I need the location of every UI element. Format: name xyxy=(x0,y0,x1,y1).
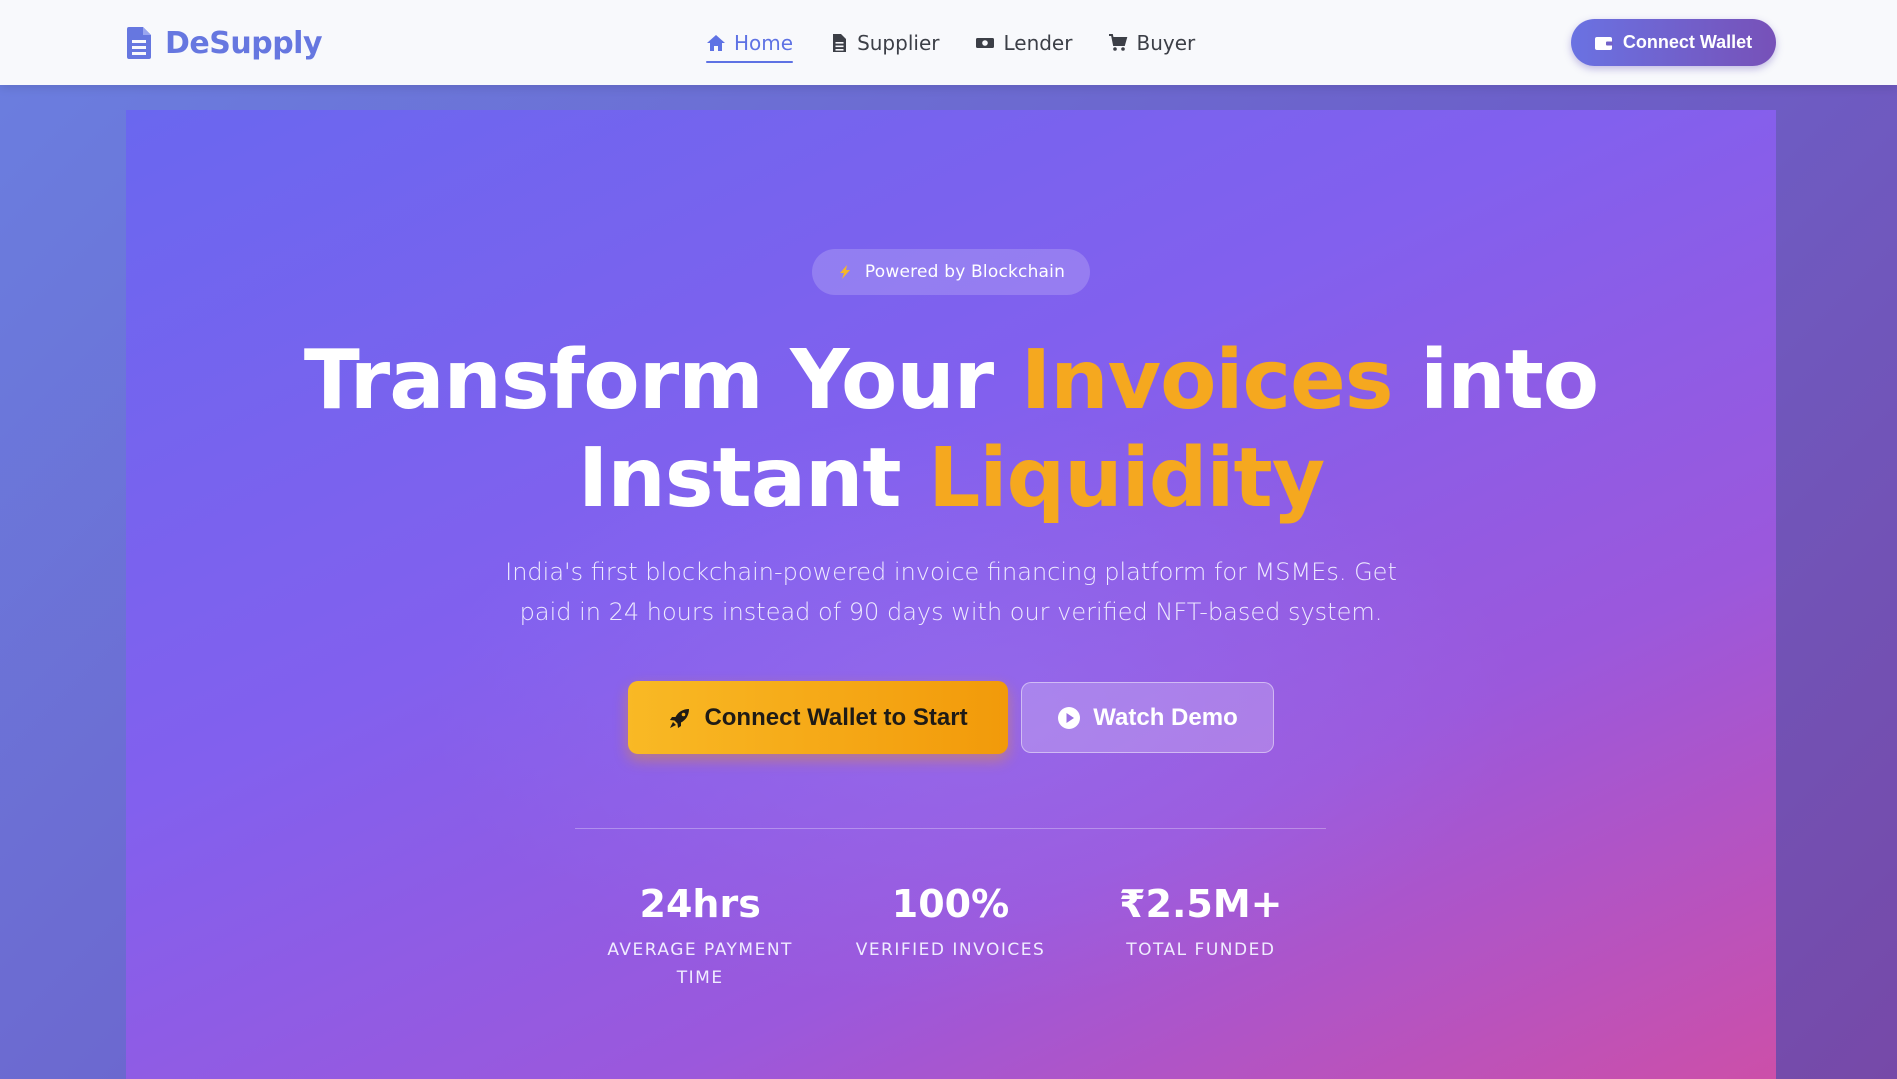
connect-wallet-start-button[interactable]: Connect Wallet to Start xyxy=(628,681,1008,754)
headline-highlight: Invoices xyxy=(1020,333,1394,428)
nav-label-buyer: Buyer xyxy=(1136,31,1196,55)
nav-item-lender[interactable]: Lender xyxy=(975,26,1072,60)
watch-demo-label: Watch Demo xyxy=(1093,703,1238,731)
headline-text: Instant xyxy=(577,431,929,526)
document-icon xyxy=(833,34,847,52)
nav-label-supplier: Supplier xyxy=(857,31,940,55)
headline-text: Transform Your xyxy=(303,333,1021,428)
stat-value: ₹2.5M+ xyxy=(1119,882,1283,926)
stats-row: 24hrs Average Payment Time 100% Verified… xyxy=(575,880,1326,992)
nav-item-buyer[interactable]: Buyer xyxy=(1108,26,1195,60)
top-navbar: DeSupply Home Supplier Lender Buyer Conn… xyxy=(0,0,1897,85)
document-icon xyxy=(127,27,151,59)
stat-average-payment-time: 24hrs Average Payment Time xyxy=(575,880,825,992)
stat-label: Verified Invoices xyxy=(855,940,1046,960)
connect-wallet-start-label: Connect Wallet to Start xyxy=(704,703,968,731)
watch-demo-button[interactable]: Watch Demo xyxy=(1021,682,1274,753)
stat-label: Average Payment Time xyxy=(607,940,793,988)
nav-item-home[interactable]: Home xyxy=(706,26,794,63)
nav-label-home: Home xyxy=(734,31,794,55)
headline-highlight: Liquidity xyxy=(928,431,1325,526)
connect-wallet-button[interactable]: Connect Wallet xyxy=(1571,19,1776,66)
rocket-icon xyxy=(670,708,690,728)
home-icon xyxy=(707,35,725,51)
play-circle-icon xyxy=(1058,706,1081,729)
hero-headline: Transform Your Invoices into Instant Liq… xyxy=(126,332,1776,528)
cart-icon xyxy=(1109,34,1128,51)
hero-section: Powered by Blockchain Transform Your Inv… xyxy=(126,110,1776,1079)
badge-label: Powered by Blockchain xyxy=(864,262,1066,282)
wallet-icon xyxy=(1594,36,1613,50)
headline-line-2: Instant Liquidity xyxy=(126,430,1776,528)
money-icon xyxy=(976,38,995,48)
brand-logo[interactable]: DeSupply xyxy=(127,23,323,63)
lightning-icon xyxy=(839,265,850,279)
stat-value: 100% xyxy=(891,882,1010,926)
headline-text: into xyxy=(1392,333,1599,428)
hero-cta-row: Connect Wallet to Start Watch Demo xyxy=(126,681,1776,754)
connect-wallet-label: Connect Wallet xyxy=(1622,32,1753,52)
brand-name: DeSupply xyxy=(165,25,323,61)
powered-by-badge: Powered by Blockchain xyxy=(812,249,1090,295)
stat-label: Total Funded xyxy=(1126,940,1276,960)
hero-divider xyxy=(575,828,1326,829)
stat-verified-invoices: 100% Verified Invoices xyxy=(825,880,1075,992)
stat-total-funded: ₹2.5M+ Total Funded xyxy=(1076,880,1326,992)
stat-value: 24hrs xyxy=(639,882,761,926)
main-nav: Home Supplier Lender Buyer xyxy=(706,26,1231,63)
headline-line-1: Transform Your Invoices into xyxy=(126,332,1776,430)
hero-subtitle: India's first blockchain-powered invoice… xyxy=(505,558,1397,626)
nav-item-supplier[interactable]: Supplier xyxy=(829,26,939,60)
nav-label-lender: Lender xyxy=(1003,31,1073,55)
